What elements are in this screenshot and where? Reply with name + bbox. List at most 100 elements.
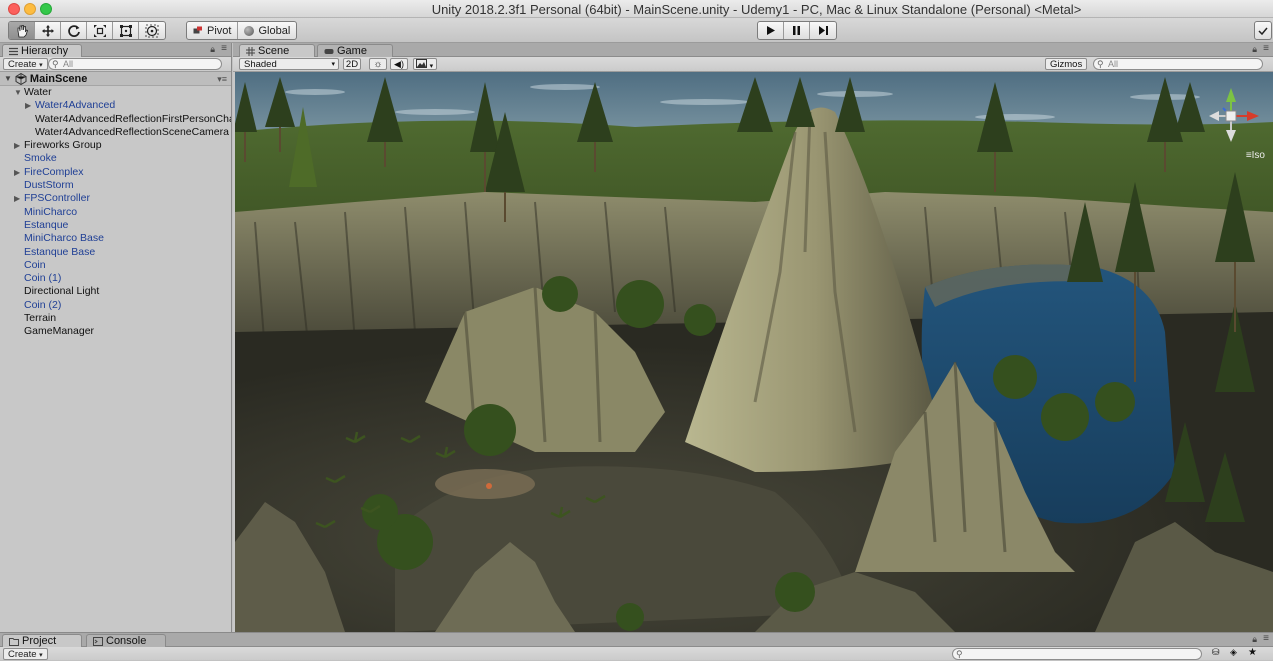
hand-tool-button[interactable] xyxy=(9,22,35,39)
hierarchy-item[interactable]: Estanque Base xyxy=(0,246,231,259)
bottom-panel-menu-icon[interactable]: ≡ xyxy=(1263,633,1269,644)
project-create-dropdown[interactable]: Create ▾ xyxy=(3,648,48,660)
tab-console[interactable]: Console xyxy=(86,634,166,647)
hierarchy-item[interactable]: Directional Light xyxy=(0,285,231,298)
pause-icon xyxy=(793,26,800,35)
hierarchy-item-label: Estanque xyxy=(24,218,69,231)
collab-button[interactable] xyxy=(1254,21,1272,40)
pause-button[interactable] xyxy=(784,22,810,39)
transform-tool-button[interactable] xyxy=(139,22,165,39)
pivot-global-group: Pivot Global xyxy=(186,21,298,40)
expanded-arrow-icon[interactable]: ▼ xyxy=(14,86,24,99)
transform-tool-group xyxy=(8,21,166,40)
mode-2d-toggle[interactable]: 2D xyxy=(343,58,361,70)
play-button[interactable] xyxy=(758,22,784,39)
hierarchy-item[interactable]: Smoke xyxy=(0,152,231,165)
hierarchy-item[interactable]: MiniCharco Base xyxy=(0,232,231,245)
hierarchy-item[interactable]: Coin xyxy=(0,259,231,272)
scene-search-input[interactable]: ⚲ All xyxy=(1093,58,1263,70)
rotate-icon xyxy=(67,24,80,37)
collapsed-arrow-icon[interactable]: ▶ xyxy=(25,99,35,112)
lighting-toggle[interactable]: ☼ xyxy=(369,58,387,70)
hierarchy-item[interactable]: ▶ Water4Advanced xyxy=(0,99,231,112)
tab-scene-label: Scene xyxy=(258,45,290,57)
tab-project-label: Project xyxy=(22,635,57,647)
rect-tool-button[interactable] xyxy=(113,22,139,39)
tab-hierarchy[interactable]: Hierarchy xyxy=(2,44,82,57)
step-button[interactable] xyxy=(810,22,836,39)
favorite-star-icon[interactable]: ★ xyxy=(1248,647,1257,658)
hierarchy-item[interactable]: ▶ FPSController xyxy=(0,192,231,205)
rotate-tool-button[interactable] xyxy=(61,22,87,39)
scene-panel-menu-icon[interactable]: ≡ xyxy=(1263,43,1269,54)
filter-by-type-icon[interactable]: ⛁ xyxy=(1212,647,1220,658)
hierarchy-search-placeholder: All xyxy=(63,59,74,69)
hierarchy-panel: Hierarchy 🔒︎ ≡ Create ▾ ⚲ All ▼ MainScen… xyxy=(0,43,232,632)
scale-tool-button[interactable] xyxy=(87,22,113,39)
hierarchy-item[interactable]: Water4AdvancedReflectionSceneCamera xyxy=(0,126,231,139)
unity-scene-icon xyxy=(15,72,27,85)
hierarchy-item[interactable]: Water4AdvancedReflectionFirstPersonChara… xyxy=(0,113,231,126)
hierarchy-tree: ▼ Water ▶ Water4Advanced Water4AdvancedRefle… xyxy=(0,86,231,339)
hierarchy-item[interactable]: MiniCharco xyxy=(0,206,231,219)
tab-game[interactable]: Game xyxy=(317,44,393,57)
shading-mode-value: Shaded xyxy=(244,59,277,70)
collapsed-arrow-icon[interactable]: ▶ xyxy=(14,166,24,179)
scale-icon xyxy=(93,24,106,37)
tab-project[interactable]: Project xyxy=(2,634,82,647)
dropdown-arrow-icon: ▾ xyxy=(39,62,43,69)
hierarchy-item[interactable]: Coin (2) xyxy=(0,299,231,312)
scene-lock-icon[interactable]: 🔒︎ xyxy=(1252,44,1257,55)
hierarchy-create-dropdown[interactable]: Create ▾ xyxy=(3,58,48,70)
combined-transform-icon xyxy=(145,24,159,37)
gizmos-dropdown[interactable]: Gizmos ▾ xyxy=(1045,58,1087,80)
hierarchy-item[interactable]: ▶ Fireworks Group xyxy=(0,139,231,152)
project-search-input[interactable]: ⚲ xyxy=(952,648,1202,660)
hierarchy-item-label: FPSController xyxy=(24,192,90,205)
bottom-panel: Project Console 🔒︎ ≡ Create ▾ ⚲ ⛁ ◈ ★ xyxy=(0,632,1273,660)
panel-menu-icon[interactable]: ≡ xyxy=(221,43,227,54)
main-toolbar: Pivot Global xyxy=(0,18,1273,43)
move-tool-button[interactable] xyxy=(35,22,61,39)
hierarchy-item[interactable]: ▼ Water xyxy=(0,86,231,99)
tab-console-label: Console xyxy=(106,635,147,647)
hierarchy-item[interactable]: DustStorm xyxy=(0,179,231,192)
hierarchy-item[interactable]: ▶ FireComplex xyxy=(0,166,231,179)
projection-toggle[interactable]: ≡Iso xyxy=(1246,150,1265,161)
hierarchy-item-label: MiniCharco Base xyxy=(24,232,104,245)
orientation-gizmo[interactable] xyxy=(1201,80,1261,150)
checkmark-icon xyxy=(1255,22,1271,39)
hierarchy-search-input[interactable]: ⚲ All xyxy=(48,58,222,70)
collapsed-arrow-icon[interactable]: ▶ xyxy=(14,139,24,152)
project-subbar: Create ▾ ⚲ ⛁ ◈ ★ xyxy=(0,647,1273,660)
terrain-scene-render xyxy=(235,72,1273,632)
hierarchy-item-label: GameManager xyxy=(24,325,95,338)
hierarchy-subbar: Create ▾ ⚲ All xyxy=(0,57,231,72)
tab-scene[interactable]: Scene xyxy=(239,44,315,57)
hierarchy-item[interactable]: Estanque xyxy=(0,219,231,232)
global-toggle-button[interactable]: Global xyxy=(238,22,296,39)
collapsed-arrow-icon[interactable]: ▶ xyxy=(14,192,24,205)
effects-dropdown[interactable]: ▾ xyxy=(413,58,437,70)
filter-by-label-icon[interactable]: ◈ xyxy=(1230,647,1237,658)
scene-root-row[interactable]: ▼ MainScene ▾≡ xyxy=(0,72,231,86)
hierarchy-item[interactable]: Terrain xyxy=(0,312,231,325)
hierarchy-item[interactable]: GameManager xyxy=(0,325,231,338)
hierarchy-item-label: Directional Light xyxy=(24,285,100,298)
window-title: Unity 2018.2.3f1 Personal (64bit) - Main… xyxy=(431,2,1082,17)
sun-icon: ☼ xyxy=(373,59,383,70)
scene-viewport[interactable]: ≡Iso xyxy=(235,72,1273,632)
pivot-toggle-button[interactable]: Pivot xyxy=(187,22,239,39)
scene-menu-icon[interactable]: ▾≡ xyxy=(217,72,227,86)
scene-name: MainScene xyxy=(29,72,88,85)
window-title-bar: Unity 2018.2.3f1 Personal (64bit) - Main… xyxy=(0,0,1273,18)
hierarchy-item-label: Water4Advanced xyxy=(35,99,116,112)
pivot-icon xyxy=(193,26,202,33)
effects-dropdown-arrow-icon: ▾ xyxy=(429,63,434,70)
bottom-lock-icon[interactable]: 🔒︎ xyxy=(1252,634,1257,645)
hierarchy-item[interactable]: Coin (1) xyxy=(0,272,231,285)
shading-mode-dropdown[interactable]: Shaded ▾ xyxy=(239,58,339,70)
hierarchy-item-label: Smoke xyxy=(24,152,57,165)
lock-icon[interactable]: 🔒︎ xyxy=(210,44,215,55)
audio-toggle[interactable]: ◀) xyxy=(390,58,408,70)
